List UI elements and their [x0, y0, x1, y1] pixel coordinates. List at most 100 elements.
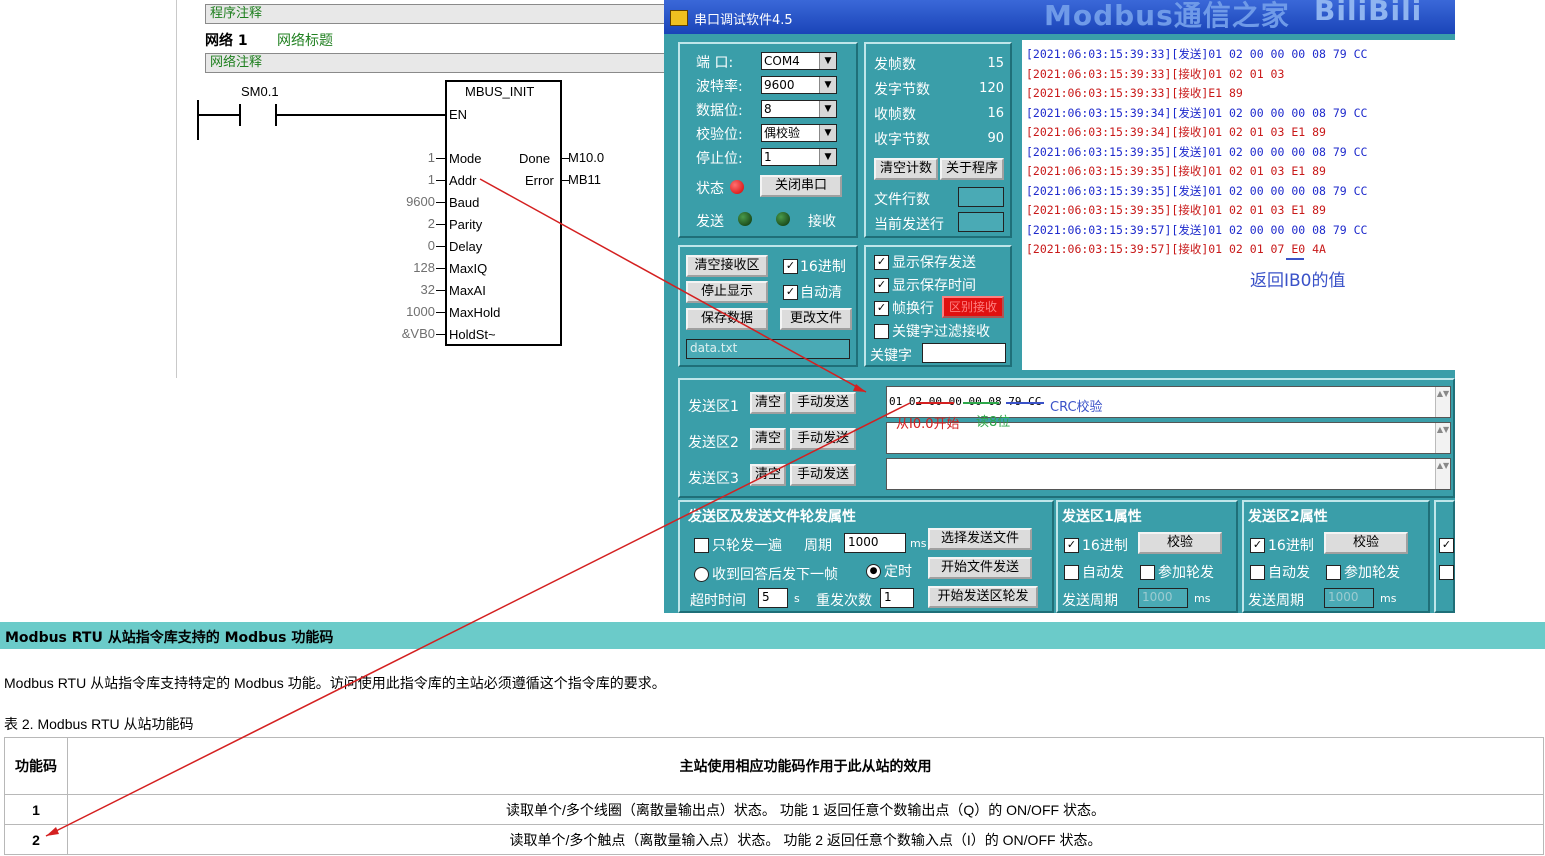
error-value[interactable]: MB11 — [568, 172, 601, 187]
input-value[interactable]: 128 — [375, 260, 435, 275]
mbus-init-block[interactable]: MBUS_INIT EN Mode Addr Baud Parity Delay MaxI… — [445, 80, 562, 346]
input-value[interactable]: 1 — [375, 172, 435, 187]
chevron-down-icon[interactable]: ▼ — [819, 53, 836, 69]
block-name: MBUS_INIT — [465, 84, 535, 99]
timeout-unit: s — [794, 592, 800, 605]
frame-newline-label: 帧换行 — [892, 301, 934, 317]
parity-label: 校验位: — [696, 127, 743, 143]
keyword-label: 关键字 — [870, 348, 912, 364]
select-file-button[interactable]: 选择发送文件 — [928, 528, 1032, 550]
status-led-icon — [730, 180, 744, 194]
network-comment[interactable]: 网络注释 — [205, 53, 666, 73]
area2-auto-checkbox[interactable] — [1250, 565, 1265, 580]
function-code-table: 功能码 主站使用相应功能码作用于此从站的效用 1 读取单个/多个线圈（离散量输出… — [4, 737, 1544, 855]
input-value[interactable]: 32 — [375, 282, 435, 297]
input-tick — [436, 312, 445, 313]
period-input[interactable]: 1000 — [844, 533, 906, 553]
scrollbar[interactable]: ▲▼ — [1435, 459, 1450, 489]
send-area-input[interactable]: ▲▼ — [886, 422, 1451, 454]
area1-period-label: 发送周期 — [1062, 593, 1118, 609]
chevron-down-icon[interactable]: ▼ — [819, 149, 836, 165]
input-value[interactable]: &VB0 — [375, 326, 435, 341]
parity-select[interactable]: 偶校验 ▼ — [761, 124, 837, 142]
area3-auto-checkbox[interactable] — [1439, 565, 1454, 580]
chevron-down-icon[interactable]: ▼ — [819, 101, 836, 117]
title-bar[interactable]: 串口调试软件4.5 Modbus通信之家 BiliBili — [664, 0, 1455, 34]
log-line-sent: [2021:06:03:15:39:57][发送]01 02 00 00 00 … — [1026, 222, 1368, 237]
chevron-down-icon[interactable]: ▼ — [819, 125, 836, 141]
stop-display-button[interactable]: 停止显示 — [686, 281, 768, 303]
port-select[interactable]: COM4 ▼ — [761, 52, 837, 70]
chevron-down-icon[interactable]: ▼ — [819, 77, 836, 93]
retries-input[interactable]: 1 — [880, 588, 914, 608]
input-tick — [436, 290, 445, 291]
section-heading: Modbus RTU 从站指令库支持的 Modbus 功能码 — [5, 630, 334, 646]
hex16-recv-checkbox[interactable]: ✓ — [783, 259, 798, 274]
reply-next-label: 收到回答后发下一帧 — [712, 567, 838, 583]
area1-hex-checkbox[interactable]: ✓ — [1064, 538, 1079, 553]
input-tick — [436, 246, 445, 247]
reply-next-radio[interactable] — [694, 567, 709, 582]
area2-join-checkbox[interactable] — [1326, 565, 1341, 580]
scrollbar[interactable]: ▲▼ — [1435, 423, 1450, 453]
about-button[interactable]: 关于程序 — [940, 158, 1004, 180]
auto-clear-checkbox[interactable]: ✓ — [783, 285, 798, 300]
keyword-filter-checkbox[interactable] — [874, 324, 889, 339]
area1-checksum-button[interactable]: 校验 — [1138, 532, 1222, 554]
contact-sm01[interactable]: SM0.1 — [241, 84, 279, 99]
show-save-time-checkbox[interactable]: ✓ — [874, 278, 889, 293]
keyword-input[interactable] — [922, 343, 1006, 363]
start-file-send-button[interactable]: 开始文件发送 — [928, 557, 1032, 579]
show-save-send-checkbox[interactable]: ✓ — [874, 255, 889, 270]
window-title: 串口调试软件4.5 — [694, 13, 793, 28]
timeout-input[interactable]: 5 — [758, 588, 788, 608]
recv-indicator-label: 接收 — [808, 214, 836, 230]
save-data-button[interactable]: 保存数据 — [686, 308, 768, 330]
input-value[interactable]: 2 — [375, 216, 435, 231]
stopbits-select[interactable]: 1 ▼ — [761, 148, 837, 166]
clear-receive-button[interactable]: 清空接收区 — [686, 255, 768, 277]
timed-radio[interactable]: ● — [866, 564, 881, 579]
area1-join-checkbox[interactable] — [1140, 565, 1155, 580]
databits-select[interactable]: 8 ▼ — [761, 100, 837, 118]
program-comment[interactable]: 程序注释 — [205, 4, 666, 24]
manual-send-button[interactable]: 手动发送 — [790, 428, 856, 450]
area2-checksum-button[interactable]: 校验 — [1324, 532, 1408, 554]
area2-hex-label: 16进制 — [1268, 538, 1314, 554]
area1-hex-label: 16进制 — [1082, 538, 1128, 554]
network-title[interactable]: 网络标题 — [277, 30, 333, 50]
send-area-clear-button[interactable]: 清空 — [750, 428, 786, 450]
close-port-button[interactable]: 关闭串口 — [760, 175, 842, 197]
input-value[interactable]: 9600 — [375, 194, 435, 209]
area3-hex-checkbox[interactable]: ✓ — [1439, 538, 1454, 553]
input-value[interactable]: 1 — [375, 150, 435, 165]
send-area-clear-button[interactable]: 清空 — [750, 392, 786, 414]
error-pin: Error — [525, 173, 554, 188]
start-area-rotate-button[interactable]: 开始发送区轮发 — [928, 586, 1038, 608]
change-file-button[interactable]: 更改文件 — [780, 308, 852, 330]
clear-count-button[interactable]: 清空计数 — [874, 158, 938, 180]
period-unit: ms — [910, 537, 927, 550]
send-area-clear-button[interactable]: 清空 — [750, 464, 786, 486]
send-area-input[interactable]: ▲▼ — [886, 458, 1451, 490]
table-row: 1 读取单个/多个线圈（离散量输出点）状态。 功能 1 返回任意个数输出点（Q）… — [4, 794, 1544, 825]
manual-send-button[interactable]: 手动发送 — [790, 464, 856, 486]
baud-select[interactable]: 9600 ▼ — [761, 76, 837, 94]
only-once-checkbox[interactable] — [694, 538, 709, 553]
area2-hex-checkbox[interactable]: ✓ — [1250, 538, 1265, 553]
receive-area[interactable]: [2021:06:03:15:39:33][发送]01 02 00 00 00 … — [1022, 40, 1455, 370]
frame-newline-checkbox[interactable]: ✓ — [874, 301, 889, 316]
done-value[interactable]: M10.0 — [568, 150, 604, 165]
input-value[interactable]: 0 — [375, 238, 435, 253]
hex16-recv-label: 16进制 — [800, 259, 846, 275]
input-value[interactable]: 1000 — [375, 304, 435, 319]
distinguish-button[interactable]: 区别接收 — [942, 296, 1004, 318]
manual-send-button[interactable]: 手动发送 — [790, 392, 856, 414]
area1-period-input: 1000 — [1138, 588, 1188, 608]
counter-value: 15 — [987, 56, 1004, 71]
scrollbar[interactable]: ▲▼ — [1435, 387, 1450, 417]
area2-period-label: 发送周期 — [1248, 593, 1304, 609]
area2-join-label: 参加轮发 — [1344, 565, 1400, 581]
receive-options-panel: 清空接收区 ✓ 16进制 停止显示 ✓ 自动清 保存数据 更改文件 data.t… — [678, 245, 858, 367]
area1-auto-checkbox[interactable] — [1064, 565, 1079, 580]
